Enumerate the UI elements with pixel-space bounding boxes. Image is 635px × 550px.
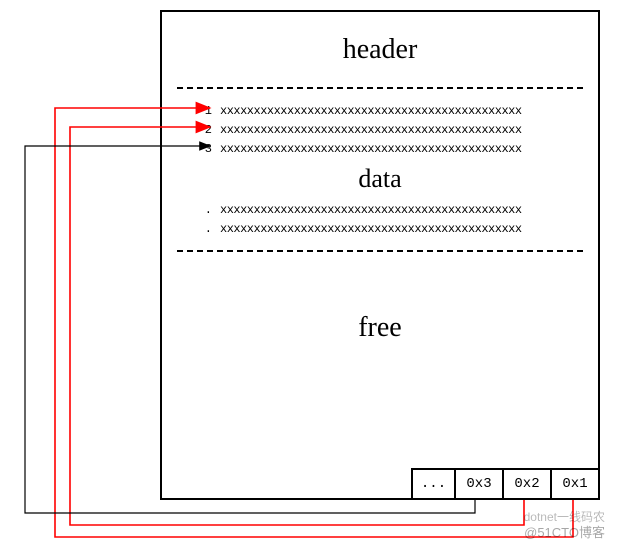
offset-cell: ...	[411, 468, 456, 500]
data-row: 3 xxxxxxxxxxxxxxxxxxxxxxxxxxxxxxxxxxxxxx…	[162, 139, 598, 158]
row-number: 3	[192, 142, 212, 156]
data-row: . xxxxxxxxxxxxxxxxxxxxxxxxxxxxxxxxxxxxxx…	[162, 219, 598, 238]
free-label: free	[358, 312, 402, 343]
row-content: xxxxxxxxxxxxxxxxxxxxxxxxxxxxxxxxxxxxxxxx…	[220, 222, 522, 236]
watermark-line1: dotnet一线码农	[524, 510, 605, 526]
row-number: 2	[192, 123, 212, 137]
offset-cell: 0x2	[502, 468, 552, 500]
row-content: xxxxxxxxxxxxxxxxxxxxxxxxxxxxxxxxxxxxxxxx…	[220, 142, 522, 156]
row-content: xxxxxxxxxxxxxxxxxxxxxxxxxxxxxxxxxxxxxxxx…	[220, 203, 522, 217]
header-label: header	[343, 34, 418, 65]
free-section: free	[162, 252, 598, 407]
row-number: .	[192, 222, 212, 236]
data-row: 2 xxxxxxxxxxxxxxxxxxxxxxxxxxxxxxxxxxxxxx…	[162, 120, 598, 139]
header-section: header	[162, 12, 598, 87]
row-content: xxxxxxxxxxxxxxxxxxxxxxxxxxxxxxxxxxxxxxxx…	[220, 104, 522, 118]
row-number: .	[192, 203, 212, 217]
data-section: 1 xxxxxxxxxxxxxxxxxxxxxxxxxxxxxxxxxxxxxx…	[162, 89, 598, 238]
page-block: header 1 xxxxxxxxxxxxxxxxxxxxxxxxxxxxxxx…	[160, 10, 600, 500]
data-row: . xxxxxxxxxxxxxxxxxxxxxxxxxxxxxxxxxxxxxx…	[162, 200, 598, 219]
offset-cell: 0x1	[550, 468, 600, 500]
offset-cell: 0x3	[454, 468, 504, 500]
data-label: data	[162, 164, 598, 194]
offset-array: ... 0x3 0x2 0x1	[413, 468, 600, 500]
watermark: dotnet一线码农 @51CTO博客	[524, 510, 605, 542]
data-row: 1 xxxxxxxxxxxxxxxxxxxxxxxxxxxxxxxxxxxxxx…	[162, 101, 598, 120]
watermark-line2: @51CTO博客	[524, 525, 605, 542]
row-number: 1	[192, 104, 212, 118]
row-content: xxxxxxxxxxxxxxxxxxxxxxxxxxxxxxxxxxxxxxxx…	[220, 123, 522, 137]
